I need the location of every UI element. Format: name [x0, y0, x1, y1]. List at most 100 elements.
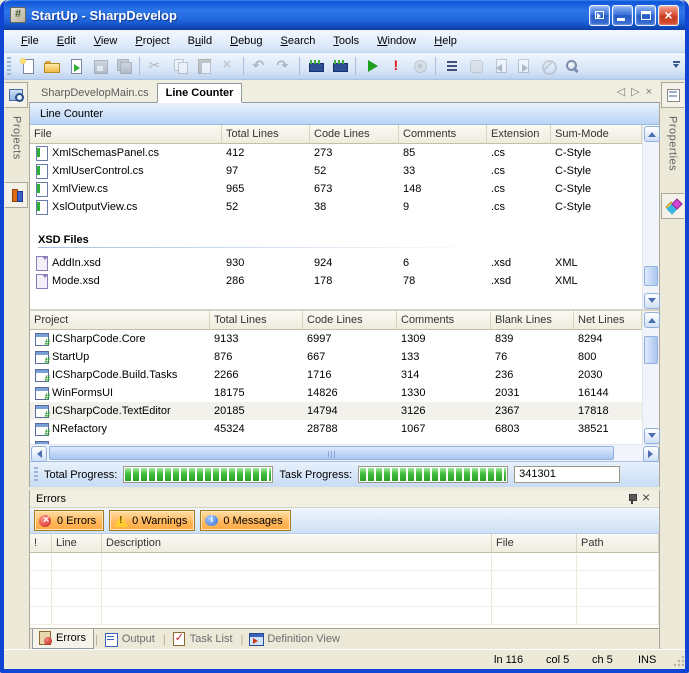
- errors-column-header-line[interactable]: Line: [52, 534, 102, 553]
- projects-column-header-net-lines[interactable]: Net Lines: [574, 311, 642, 330]
- table-row[interactable]: NRefactory45324287881067680338521: [30, 420, 642, 438]
- dock-tab-toolbox[interactable]: [661, 193, 684, 219]
- errors-tab-icon: [37, 630, 53, 646]
- projects-table-scrollbar[interactable]: [642, 311, 659, 444]
- menu-help[interactable]: Help: [425, 32, 466, 50]
- scroll-left-button[interactable]: [31, 446, 47, 462]
- scroll-down-button[interactable]: [644, 293, 660, 309]
- projects-column-header-total-lines[interactable]: Total Lines: [210, 311, 303, 330]
- new-file-button[interactable]: [16, 55, 39, 77]
- tab-back-icon[interactable]: ◁: [617, 85, 625, 98]
- scroll-right-button[interactable]: [643, 446, 659, 462]
- files-column-header-extension[interactable]: Extension: [487, 125, 551, 144]
- table-row[interactable]: XmlUserControl.cs975233.csC-Style: [30, 162, 642, 180]
- menu-build[interactable]: Build: [179, 32, 221, 50]
- tab-forward-icon[interactable]: ▷: [631, 85, 639, 98]
- minimize-icon: [617, 18, 625, 21]
- menu-debug[interactable]: Debug: [221, 32, 271, 50]
- table-row[interactable]: ICSharpCode.Build.Tasks22661716314236203…: [30, 366, 642, 384]
- files-column-header-total-lines[interactable]: Total Lines: [222, 125, 310, 144]
- rebuild-button[interactable]: [328, 55, 351, 77]
- tab-sharpdevelopmain-cs[interactable]: SharpDevelopMain.cs: [33, 84, 157, 102]
- project-icon: [34, 367, 50, 383]
- dock-tab-projects-label[interactable]: Projects: [11, 108, 23, 168]
- scroll-up-button[interactable]: [644, 312, 660, 328]
- errors-column-header-description[interactable]: Description: [102, 534, 492, 553]
- menu-tools[interactable]: Tools: [324, 32, 368, 50]
- dock-tab-projects[interactable]: [5, 82, 28, 108]
- table-row[interactable]: XmlSchemasPanel.cs41227385.csC-Style: [30, 144, 642, 162]
- dock-tab-properties[interactable]: [661, 82, 684, 108]
- project-name: ICSharpCode.Build.Tasks: [52, 369, 177, 381]
- minimize-button[interactable]: [612, 5, 633, 26]
- pin-icon[interactable]: [623, 491, 639, 507]
- open-file-button[interactable]: [40, 55, 63, 77]
- scroll-thumb[interactable]: [49, 446, 614, 460]
- table-row[interactable]: XmlView.cs965673148.csC-Style: [30, 180, 642, 198]
- build-button[interactable]: [304, 55, 327, 77]
- output-icon: [103, 631, 119, 647]
- bottom-tab-task-list[interactable]: Task List: [167, 629, 240, 649]
- cell: 673: [310, 183, 399, 195]
- open-solution-button[interactable]: [64, 55, 87, 77]
- table-row[interactable]: WinFormsUI18175148261330203116144: [30, 384, 642, 402]
- scroll-down-button[interactable]: [644, 428, 660, 444]
- files-column-header-file[interactable]: File: [30, 125, 222, 144]
- menu-search[interactable]: Search: [272, 32, 325, 50]
- warning-icon: [113, 513, 129, 529]
- float-window-button[interactable]: [589, 5, 610, 26]
- bottom-tab-definition-view[interactable]: Definition View: [244, 629, 347, 649]
- errors-filter-button[interactable]: 0 Errors: [34, 510, 104, 531]
- maximize-button[interactable]: [635, 5, 656, 26]
- doc-arrow-right-icon: [516, 58, 532, 74]
- projects-column-header-code-lines[interactable]: Code Lines: [303, 311, 397, 330]
- dock-tab-classes[interactable]: [5, 182, 28, 208]
- drag-handle[interactable]: [34, 467, 38, 483]
- title-bar[interactable]: StartUp - SharpDevelop ×: [4, 0, 685, 30]
- warnings-filter-button[interactable]: 0 Warnings: [109, 510, 195, 531]
- menu-file[interactable]: File: [12, 32, 48, 50]
- menu-project[interactable]: Project: [126, 32, 178, 50]
- errors-column-header-file[interactable]: File: [492, 534, 577, 553]
- toolbar-grip[interactable]: [7, 57, 11, 75]
- toolbar-overflow-button[interactable]: [671, 55, 681, 77]
- menu-view[interactable]: View: [85, 32, 127, 50]
- messages-filter-button[interactable]: 0 Messages: [200, 510, 290, 531]
- bookmark-list-button[interactable]: [440, 55, 463, 77]
- run-button[interactable]: [360, 55, 383, 77]
- errors-column-header--[interactable]: !: [30, 534, 52, 553]
- bottom-tab-output[interactable]: Output: [99, 629, 162, 649]
- paste-button: [192, 55, 215, 77]
- menu-window[interactable]: Window: [368, 32, 425, 50]
- projects-column-header-blank-lines[interactable]: Blank Lines: [491, 311, 574, 330]
- resize-grip[interactable]: [672, 656, 684, 668]
- search-button[interactable]: [560, 55, 583, 77]
- files-table-scrollbar[interactable]: [642, 125, 659, 309]
- scroll-thumb[interactable]: [644, 266, 658, 286]
- files-column-header-code-lines[interactable]: Code Lines: [310, 125, 399, 144]
- table-row[interactable]: StartUp87666713376800: [30, 348, 642, 366]
- scroll-up-button[interactable]: [644, 126, 660, 142]
- projects-column-header-project[interactable]: Project: [30, 311, 210, 330]
- panel-close-icon[interactable]: [639, 491, 655, 507]
- dock-tab-properties-label[interactable]: Properties: [667, 108, 679, 179]
- tab-close-icon[interactable]: ×: [646, 86, 652, 98]
- tab-line-counter[interactable]: Line Counter: [157, 83, 243, 103]
- table-row[interactable]: Mode.xsd28617878.xsdXML: [30, 272, 642, 290]
- scroll-thumb[interactable]: [644, 336, 658, 364]
- bottom-tab-errors[interactable]: Errors: [32, 629, 94, 649]
- files-column-header-sum-mode[interactable]: Sum-Mode: [551, 125, 642, 144]
- table-row[interactable]: ICSharpCode.TextEditor201851479431262367…: [30, 402, 642, 420]
- menu-edit[interactable]: Edit: [48, 32, 85, 50]
- close-button[interactable]: ×: [658, 5, 679, 26]
- abort-button[interactable]: [384, 55, 407, 77]
- horizontal-scrollbar[interactable]: [30, 444, 659, 461]
- errors-column-header-path[interactable]: Path: [577, 534, 659, 553]
- table-row[interactable]: AddIn.xsd9309246.xsdXML: [30, 254, 642, 272]
- table-row[interactable]: XslOutputView.cs52389.csC-Style: [30, 198, 642, 216]
- cell: 148: [399, 183, 487, 195]
- files-column-header-comments[interactable]: Comments: [399, 125, 487, 144]
- table-row[interactable]: ICSharpCode.Core9133699713098398294: [30, 330, 642, 348]
- projects-column-header-comments[interactable]: Comments: [397, 311, 491, 330]
- errors-empty-cell: [577, 607, 659, 625]
